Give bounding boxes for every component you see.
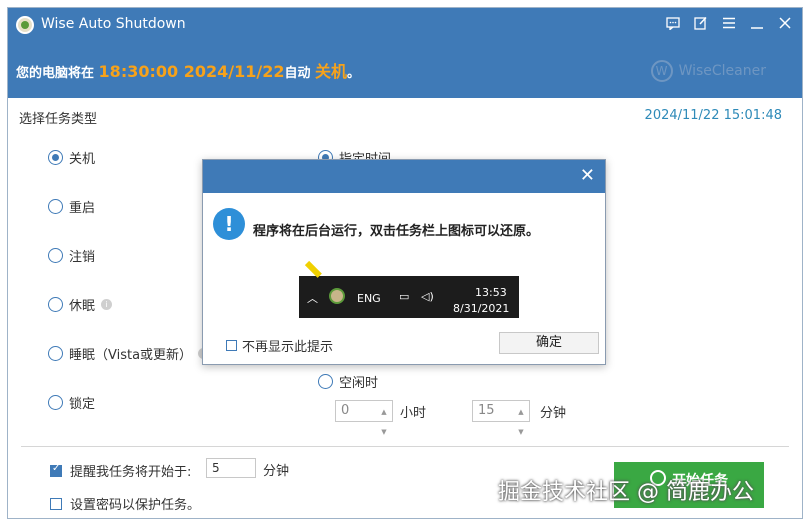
brand-logo: W WiseCleaner bbox=[650, 60, 766, 82]
stepper-arrows[interactable]: ▲ ▼ bbox=[378, 402, 390, 436]
idle-minutes-stepper[interactable]: 15 ▲ ▼ bbox=[472, 400, 530, 436]
notice-mid: 自动 bbox=[284, 66, 311, 81]
app-logo-icon bbox=[16, 16, 34, 34]
brand-name: WiseCleaner bbox=[678, 63, 766, 79]
radio-dot bbox=[48, 150, 63, 165]
radio-idle[interactable]: 空闲时 bbox=[318, 372, 378, 391]
radio-label: 睡眠（Vista或更新） bbox=[69, 348, 193, 363]
radio-label: 关机 bbox=[69, 152, 96, 167]
radio-label: 锁定 bbox=[69, 397, 96, 412]
radio-dot bbox=[318, 374, 333, 389]
taskbar-tray-image: ︿ ENG ▭ ◁) 13:53 8/31/2021 bbox=[299, 276, 519, 318]
tray-chevron-icon: ︿ bbox=[307, 292, 318, 305]
radio-logoff[interactable]: 注销 bbox=[48, 246, 95, 265]
tray-time: 13:53 bbox=[475, 286, 507, 299]
app-title: Wise Auto Shutdown bbox=[41, 16, 186, 32]
checkbox-box bbox=[50, 497, 62, 510]
edit-icon[interactable] bbox=[692, 14, 710, 32]
idle-hours-value: 0 bbox=[341, 403, 350, 418]
up-arrow-icon[interactable]: ▲ bbox=[518, 402, 523, 422]
dialog-header: ✕ bbox=[203, 160, 605, 193]
minimize-icon[interactable] bbox=[748, 14, 766, 32]
dont-show-label: 不再显示此提示 bbox=[242, 340, 334, 355]
idle-hours-stepper[interactable]: 0 ▲ ▼ bbox=[335, 400, 393, 436]
feedback-icon[interactable] bbox=[664, 14, 682, 32]
wisecleaner-logo-icon: W bbox=[650, 60, 673, 82]
checkbox-box bbox=[226, 340, 237, 351]
remind-label: 提醒我任务将开始于: bbox=[70, 465, 192, 480]
up-arrow-icon[interactable]: ▲ bbox=[381, 402, 386, 422]
wise-tray-icon bbox=[329, 288, 345, 304]
close-icon[interactable] bbox=[776, 14, 794, 32]
divider bbox=[21, 446, 789, 447]
dont-show-checkbox[interactable]: 不再显示此提示 bbox=[226, 336, 333, 355]
notice-suffix: 。 bbox=[347, 66, 361, 81]
notice-prefix: 您的电脑将在 bbox=[16, 66, 95, 81]
volume-icon: ◁) bbox=[421, 290, 434, 303]
shutdown-notice: 您的电脑将在 18:30:00 2024/11/22自动 关机。 bbox=[16, 58, 360, 82]
checkbox-box bbox=[50, 463, 62, 477]
radio-shutdown[interactable]: 关机 bbox=[48, 148, 95, 167]
password-label: 设置密码以保护任务。 bbox=[70, 498, 201, 513]
notice-action: 关机 bbox=[315, 62, 348, 81]
background-run-dialog: ✕ ! 程序将在后台运行，双击任务栏上图标可以还原。 ︿ ENG ▭ ◁) 13… bbox=[202, 159, 606, 365]
radio-restart[interactable]: 重启 bbox=[48, 197, 95, 216]
radio-hibernate[interactable]: 休眠 i bbox=[48, 295, 113, 314]
menu-icon[interactable] bbox=[720, 14, 738, 32]
info-exclamation-icon: ! bbox=[213, 208, 245, 240]
radio-label: 注销 bbox=[69, 250, 96, 265]
radio-dot bbox=[48, 346, 63, 361]
title-bar-controls bbox=[664, 14, 794, 32]
title-bar: Wise Auto Shutdown 您的电脑将在 18:30:00 2024/… bbox=[8, 8, 802, 98]
remind-minutes-input[interactable]: 5 bbox=[206, 458, 256, 478]
notice-time: 18:30:00 2024/11/22 bbox=[98, 62, 285, 81]
watermark-text: 掘金技术社区 @ 简鹿办公 bbox=[498, 480, 754, 505]
tray-lang: ENG bbox=[357, 292, 381, 305]
info-icon[interactable]: i bbox=[101, 299, 113, 310]
idle-minutes-unit: 分钟 bbox=[540, 406, 567, 421]
radio-label: 休眠 bbox=[69, 299, 96, 314]
down-arrow-icon[interactable]: ▼ bbox=[381, 422, 386, 442]
network-icon: ▭ bbox=[399, 290, 410, 303]
current-time: 2024/11/22 15:01:48 bbox=[644, 108, 782, 123]
stepper-arrows[interactable]: ▲ ▼ bbox=[515, 402, 527, 436]
remind-unit: 分钟 bbox=[263, 464, 290, 479]
dialog-close-icon[interactable]: ✕ bbox=[580, 165, 595, 186]
radio-label: 重启 bbox=[69, 201, 96, 216]
password-checkbox[interactable]: 设置密码以保护任务。 bbox=[50, 494, 200, 513]
radio-dot bbox=[48, 248, 63, 263]
tray-date: 8/31/2021 bbox=[453, 302, 510, 315]
radio-label: 空闲时 bbox=[339, 376, 379, 391]
ok-button[interactable]: 确定 bbox=[499, 332, 599, 354]
down-arrow-icon[interactable]: ▼ bbox=[518, 422, 523, 442]
dialog-message: 程序将在后台运行，双击任务栏上图标可以还原。 bbox=[253, 224, 540, 239]
radio-sleep[interactable]: 睡眠（Vista或更新） i bbox=[48, 344, 210, 363]
radio-dot bbox=[48, 297, 63, 312]
radio-lock[interactable]: 锁定 bbox=[48, 393, 95, 412]
idle-hours-unit: 小时 bbox=[400, 406, 427, 421]
idle-minutes-value: 15 bbox=[478, 403, 495, 418]
radio-dot bbox=[48, 199, 63, 214]
radio-dot bbox=[48, 395, 63, 410]
task-type-label: 选择任务类型 bbox=[19, 112, 98, 127]
remind-checkbox[interactable]: 提醒我任务将开始于: bbox=[50, 461, 191, 480]
